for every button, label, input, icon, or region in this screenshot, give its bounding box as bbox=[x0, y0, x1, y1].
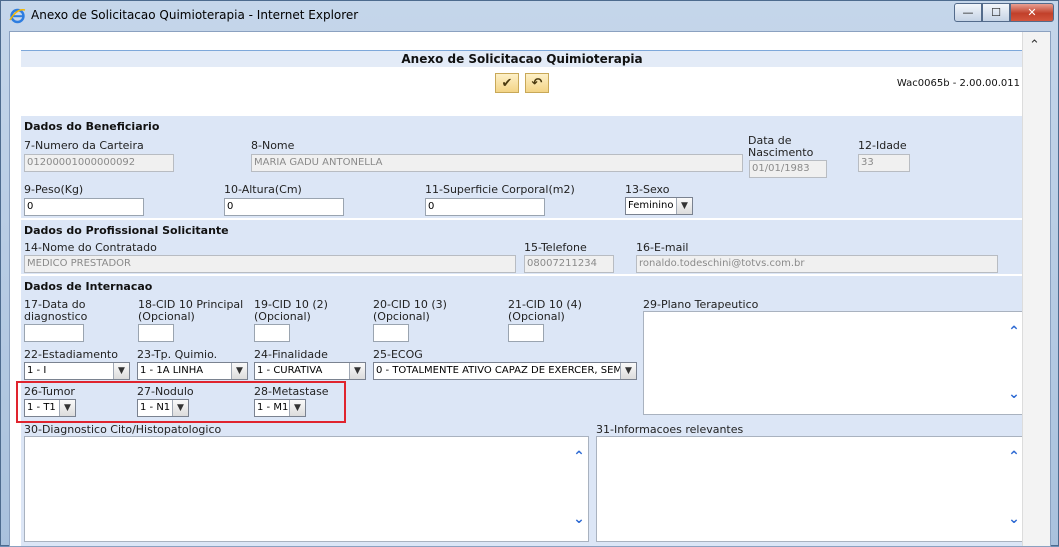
browser-window: Anexo de Solicitacao Quimioterapia - Int… bbox=[0, 0, 1059, 547]
highlight-box bbox=[16, 381, 346, 423]
peso-field[interactable]: 0 bbox=[24, 198, 144, 216]
scroll-down-icon[interactable]: ⌄ bbox=[572, 511, 586, 527]
page-title: Anexo de Solicitacao Quimioterapia bbox=[21, 51, 1023, 67]
section-title-internacao: Dados de Internacao bbox=[24, 280, 153, 293]
cid2-label: 19-CID 10 (2) (Opcional) bbox=[254, 298, 328, 323]
scroll-down-icon[interactable]: ⌄ bbox=[1007, 511, 1021, 527]
carteira-label: 7-Numero da Carteira bbox=[24, 139, 144, 152]
internet-explorer-icon bbox=[9, 8, 26, 24]
checkmark-icon: ✔ bbox=[501, 75, 513, 91]
superficie-label: 11-Superficie Corporal(m2) bbox=[425, 183, 575, 196]
superficie-field[interactable]: 0 bbox=[425, 198, 545, 216]
plano-terapeutico-label: 29-Plano Terapeutico bbox=[643, 298, 759, 311]
peso-label: 9-Peso(Kg) bbox=[24, 183, 84, 196]
scroll-up-icon[interactable]: ⌃ bbox=[1007, 449, 1021, 465]
close-button[interactable]: ✕ bbox=[1010, 3, 1054, 22]
profissional-section: Dados do Profissional Solicitante 14-Nom… bbox=[21, 220, 1024, 274]
window-title: Anexo de Solicitacao Quimioterapia - Int… bbox=[31, 8, 359, 22]
contratado-label: 14-Nome do Contratado bbox=[24, 241, 157, 254]
telefone-field[interactable]: 08007211234 bbox=[524, 255, 614, 273]
tp-quimio-label: 23-Tp. Quimio. bbox=[137, 348, 218, 361]
cid4-field[interactable] bbox=[508, 324, 544, 342]
cid-principal-label: 18-CID 10 Principal (Opcional) bbox=[138, 298, 244, 323]
informacoes-label: 31-Informacoes relevantes bbox=[596, 423, 744, 436]
ecog-label: 25-ECOG bbox=[373, 348, 423, 361]
chevron-down-icon: ▼ bbox=[620, 363, 636, 379]
estadiamento-select[interactable]: 1 - I ▼ bbox=[24, 362, 130, 380]
estadiamento-label: 22-Estadiamento bbox=[24, 348, 118, 361]
carteira-field[interactable]: 01200001000000092 bbox=[24, 154, 174, 172]
informacoes-textarea[interactable]: ⌃ ⌄ bbox=[596, 436, 1024, 542]
nascimento-label: Data de Nascimento bbox=[748, 134, 814, 159]
cid3-label: 20-CID 10 (3) (Opcional) bbox=[373, 298, 447, 323]
sexo-select[interactable]: Feminino ▼ bbox=[625, 197, 693, 215]
beneficiario-section: Dados do Beneficiario 7-Numero da Cartei… bbox=[21, 116, 1024, 218]
altura-field[interactable]: 0 bbox=[224, 198, 344, 216]
plano-terapeutico-textarea[interactable]: ⌃ ⌄ bbox=[643, 311, 1024, 415]
email-label: 16-E-mail bbox=[636, 241, 689, 254]
altura-label: 10-Altura(Cm) bbox=[224, 183, 302, 196]
cid4-label: 21-CID 10 (4) (Opcional) bbox=[508, 298, 582, 323]
finalidade-select[interactable]: 1 - CURATIVA ▼ bbox=[254, 362, 366, 380]
email-field[interactable]: ronaldo.todeschini@totvs.com.br bbox=[636, 255, 998, 273]
scroll-up-icon[interactable]: ⌃ bbox=[1029, 38, 1040, 53]
page-scrollbar[interactable]: ⌃ bbox=[1022, 32, 1050, 546]
chevron-down-icon: ▼ bbox=[113, 363, 129, 379]
diagnostico-label: 30-Diagnostico Cito/Histopatologico bbox=[24, 423, 222, 436]
title-bar: Anexo de Solicitacao Quimioterapia - Int… bbox=[1, 1, 1058, 31]
undo-button[interactable]: ↶ bbox=[525, 73, 549, 93]
section-title-beneficiario: Dados do Beneficiario bbox=[24, 120, 160, 133]
cid3-field[interactable] bbox=[373, 324, 409, 342]
sexo-label: 13-Sexo bbox=[625, 183, 670, 196]
contratado-field[interactable]: MEDICO PRESTADOR bbox=[24, 255, 516, 273]
ecog-select[interactable]: 0 - TOTALMENTE ATIVO CAPAZ DE EXERCER, S… bbox=[373, 362, 637, 380]
tp-quimio-select[interactable]: 1 - 1A LINHA ▼ bbox=[137, 362, 248, 380]
scroll-up-icon[interactable]: ⌃ bbox=[572, 449, 586, 465]
data-diagnostico-label: 17-Data do diagnostico bbox=[24, 298, 88, 323]
chevron-down-icon: ▼ bbox=[676, 198, 692, 214]
scroll-up-icon[interactable]: ⌃ bbox=[1007, 324, 1021, 340]
version-label: Wac0065b - 2.00.00.011 bbox=[896, 78, 1020, 89]
nascimento-field[interactable]: 01/01/1983 bbox=[749, 160, 827, 178]
section-title-profissional: Dados do Profissional Solicitante bbox=[24, 224, 229, 237]
idade-label: 12-Idade bbox=[858, 139, 907, 152]
telefone-label: 15-Telefone bbox=[524, 241, 587, 254]
data-diagnostico-field[interactable] bbox=[24, 324, 84, 342]
confirm-button[interactable]: ✔ bbox=[495, 73, 519, 93]
finalidade-label: 24-Finalidade bbox=[254, 348, 328, 361]
chevron-down-icon: ▼ bbox=[349, 363, 365, 379]
chevron-down-icon: ▼ bbox=[231, 363, 247, 379]
nome-label: 8-Nome bbox=[251, 139, 295, 152]
cid-principal-field[interactable] bbox=[138, 324, 174, 342]
idade-field[interactable]: 33 bbox=[858, 154, 910, 172]
cid2-field[interactable] bbox=[254, 324, 290, 342]
diagnostico-textarea[interactable]: ⌃ ⌄ bbox=[24, 436, 589, 542]
undo-icon: ↶ bbox=[531, 75, 543, 91]
scroll-down-icon[interactable]: ⌄ bbox=[1007, 386, 1021, 402]
nome-field[interactable]: MARIA GADU ANTONELLA bbox=[251, 154, 743, 172]
minimize-button[interactable]: — bbox=[954, 3, 982, 22]
page-content: Anexo de Solicitacao Quimioterapia ✔ ↶ W… bbox=[9, 31, 1051, 547]
maximize-button[interactable]: ☐ bbox=[982, 3, 1010, 22]
